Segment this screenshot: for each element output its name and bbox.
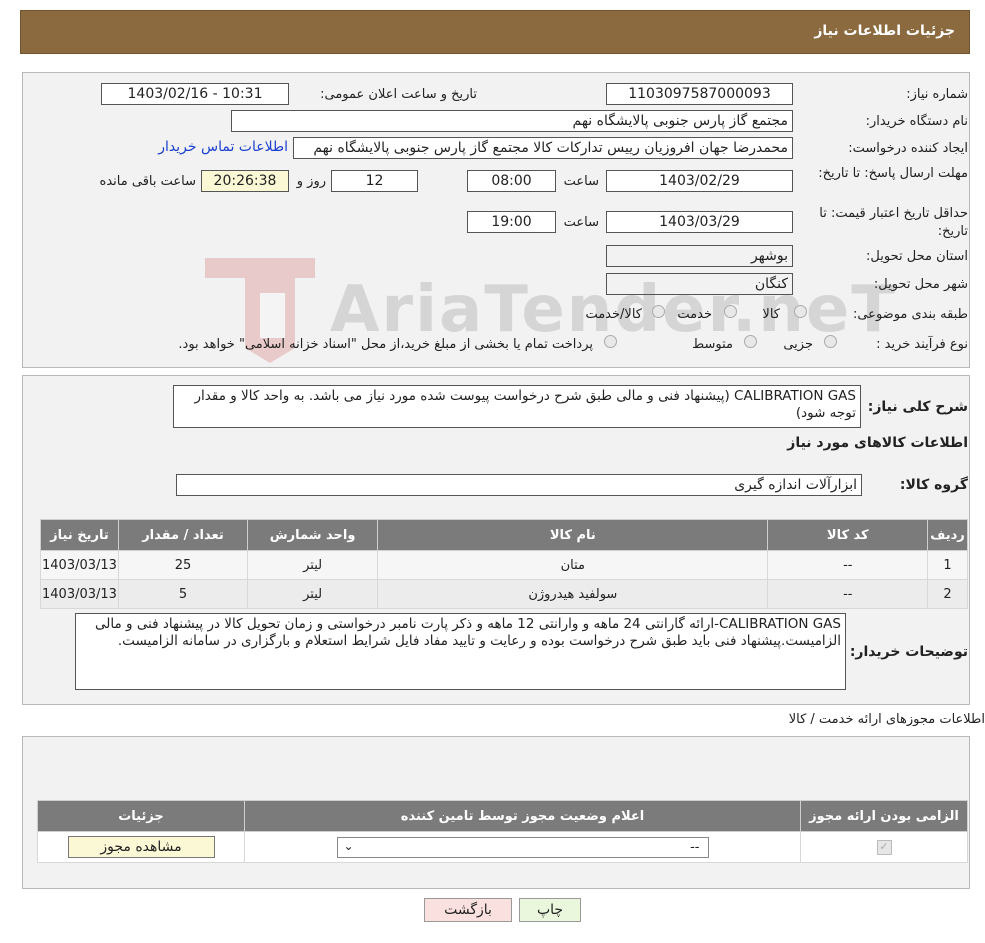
table-row: ✓ ⌄ -- مشاهده مجوز bbox=[37, 831, 968, 863]
announce-label: تاریخ و ساعت اعلان عمومی: bbox=[320, 87, 477, 102]
cell-date: 1403/03/13 bbox=[40, 550, 119, 580]
process-label: نوع فرآیند خرید : bbox=[876, 337, 968, 352]
days-label: روز و bbox=[296, 174, 326, 189]
category-radio-service[interactable] bbox=[724, 305, 737, 318]
cell-name: سولفید هیدروژن bbox=[377, 579, 769, 609]
buyer-notes-textarea[interactable]: CALIBRATION GAS-ارائه گارانتی 24 ماهه و … bbox=[75, 613, 846, 690]
deadline-date-field: 1403/02/29 bbox=[606, 170, 793, 192]
table-row: 2 -- سولفید هیدروژن لیتر 5 1403/03/13 bbox=[40, 579, 968, 609]
col-row: ردیف bbox=[927, 519, 968, 551]
col-permit-required: الزامی بودن ارائه مجوز bbox=[800, 800, 968, 832]
announce-field: 1403/02/16 - 10:31 bbox=[101, 83, 289, 105]
process-option-small: جزیی bbox=[783, 337, 813, 352]
validity-time-field: 19:00 bbox=[467, 211, 556, 233]
buyer-contact-link[interactable]: اطلاعات تماس خریدار bbox=[158, 139, 288, 155]
creator-field: محمدرضا جهان افروزیان رییس تدارکات کالا … bbox=[293, 137, 793, 159]
buyer-notes-label: توضیحات خریدار: bbox=[849, 644, 968, 660]
city-label: شهر محل تحویل: bbox=[873, 277, 968, 292]
col-permit-status: اعلام وضعیت مجوز توسط تامین کننده bbox=[244, 800, 801, 832]
cell-date: 1403/03/13 bbox=[40, 579, 119, 609]
goods-group-label: گروه کالا: bbox=[899, 477, 968, 493]
process-radio-treasury[interactable] bbox=[604, 335, 617, 348]
permits-section-title: اطلاعات مجوزهای ارائه خدمت / کالا bbox=[788, 712, 985, 727]
permit-status-value: -- bbox=[690, 839, 700, 855]
category-option-service: خدمت bbox=[677, 307, 712, 322]
goods-section-title: اطلاعات کالاهای مورد نیاز bbox=[787, 435, 968, 451]
deadline-time-label: ساعت bbox=[563, 174, 599, 189]
cell-code: -- bbox=[767, 550, 929, 580]
cell-row: 1 bbox=[927, 550, 968, 580]
province-label: استان محل تحویل: bbox=[866, 249, 968, 264]
col-name: نام کالا bbox=[377, 519, 769, 551]
permit-status-cell: ⌄ -- bbox=[244, 831, 801, 863]
category-label: طبقه بندی موضوعی: bbox=[852, 307, 968, 322]
days-field: 12 bbox=[331, 170, 418, 192]
buyer-org-field: مجتمع گاز پارس جنوبی پالایشگاه نهم bbox=[231, 110, 793, 132]
chevron-down-icon: ⌄ bbox=[343, 838, 354, 853]
cell-row: 2 bbox=[927, 579, 968, 609]
col-permit-details: جزئیات bbox=[37, 800, 245, 832]
need-number-field: 1103097587000093 bbox=[606, 83, 793, 105]
col-date: تاریخ نیاز bbox=[40, 519, 119, 551]
process-radio-small[interactable] bbox=[824, 335, 837, 348]
buyer-org-label: نام دستگاه خریدار: bbox=[865, 114, 968, 129]
province-field: بوشهر bbox=[606, 245, 793, 267]
process-note: پرداخت تمام یا بخشی از مبلغ خرید،از محل … bbox=[178, 337, 593, 352]
col-code: کد کالا bbox=[767, 519, 929, 551]
category-radio-goods-service[interactable] bbox=[652, 305, 665, 318]
deadline-label: مهلت ارسال پاسخ: تا تاریخ: bbox=[818, 166, 968, 181]
validity-time-label: ساعت bbox=[563, 215, 599, 230]
process-option-medium: متوسط bbox=[692, 337, 733, 352]
page-title: جزئیات اطلاعات نیاز bbox=[814, 23, 955, 39]
remaining-time-field: 20:26:38 bbox=[201, 170, 289, 192]
back-button[interactable]: بازگشت bbox=[424, 898, 512, 922]
cell-name: متان bbox=[377, 550, 769, 580]
goods-group-field: ابزارآلات اندازه گیری bbox=[176, 474, 862, 496]
cell-qty: 25 bbox=[117, 550, 249, 580]
permit-details-cell: مشاهده مجوز bbox=[37, 831, 245, 863]
remaining-label: ساعت باقی مانده bbox=[99, 174, 196, 189]
col-unit: واحد شمارش bbox=[246, 519, 379, 551]
cell-unit: لیتر bbox=[246, 550, 379, 580]
description-textarea[interactable]: CALIBRATION GAS (پیشنهاد فنی و مالی طبق … bbox=[173, 385, 861, 428]
deadline-time-field: 08:00 bbox=[467, 170, 556, 192]
cell-code: -- bbox=[767, 579, 929, 609]
validity-date-field: 1403/03/29 bbox=[606, 211, 793, 233]
permit-status-select[interactable]: ⌄ -- bbox=[336, 836, 709, 858]
permit-required-checkbox[interactable]: ✓ bbox=[876, 840, 892, 855]
page-header: جزئیات اطلاعات نیاز bbox=[20, 10, 970, 54]
description-label: شرح کلی نیاز: bbox=[867, 399, 968, 415]
validity-label: حداقل تاریخ اعتبار قیمت: تا تاریخ: bbox=[819, 206, 968, 239]
cell-unit: لیتر bbox=[246, 579, 379, 609]
goods-table: ردیف کد کالا نام کالا واحد شمارش تعداد /… bbox=[40, 519, 968, 609]
permit-required-cell: ✓ bbox=[800, 831, 968, 863]
cell-qty: 5 bbox=[117, 579, 249, 609]
creator-label: ایجاد کننده درخواست: bbox=[848, 141, 968, 156]
permits-table: الزامی بودن ارائه مجوز اعلام وضعیت مجوز … bbox=[37, 800, 968, 863]
view-permit-button[interactable]: مشاهده مجوز bbox=[67, 836, 215, 858]
col-qty: تعداد / مقدار bbox=[117, 519, 249, 551]
category-option-goods-service: کالا/خدمت bbox=[585, 307, 642, 322]
category-option-goods: کالا bbox=[762, 307, 780, 322]
table-row: 1 -- متان لیتر 25 1403/03/13 bbox=[40, 550, 968, 580]
print-button[interactable]: چاپ bbox=[519, 898, 581, 922]
city-field: کنگان bbox=[606, 273, 793, 295]
need-number-label: شماره نیاز: bbox=[906, 87, 968, 102]
process-radio-medium[interactable] bbox=[744, 335, 757, 348]
category-radio-goods[interactable] bbox=[794, 305, 807, 318]
